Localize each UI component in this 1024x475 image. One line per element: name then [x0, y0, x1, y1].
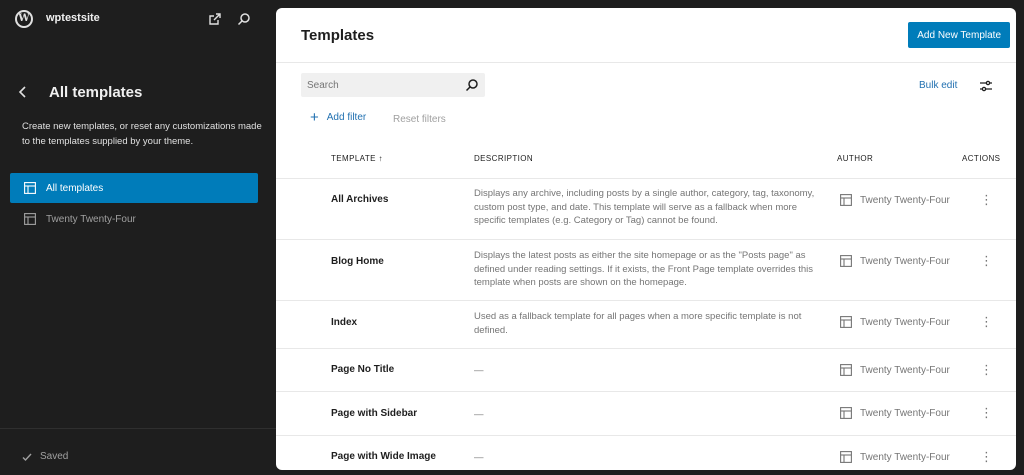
table-row: Index Used as a fallback template for al…: [276, 301, 1016, 349]
template-author: Twenty Twenty-Four: [840, 364, 950, 376]
author-name: Twenty Twenty-Four: [860, 255, 950, 267]
sidebar-item-label: Twenty Twenty-Four: [46, 213, 136, 225]
template-author: Twenty Twenty-Four: [840, 407, 950, 419]
reset-filters-button[interactable]: Reset filters: [393, 114, 446, 125]
add-filter-label: Add filter: [326, 112, 367, 123]
template-description: Displays the latest posts as either the …: [474, 250, 814, 288]
layout-icon: [840, 407, 852, 419]
site-name[interactable]: wptestsite: [46, 12, 100, 24]
column-header-template[interactable]: TEMPLATE ↑: [331, 154, 383, 163]
search-field: [301, 73, 485, 97]
plus-icon: +: [310, 108, 319, 126]
sidebar-description: Create new templates, or reset any custo…: [22, 121, 262, 147]
more-actions-icon[interactable]: ⋮: [980, 363, 993, 376]
layout-icon: [24, 213, 36, 225]
table-row: Page with Sidebar — Twenty Twenty-Four ⋮: [276, 392, 1016, 436]
sidebar-item-label: All templates: [46, 182, 104, 194]
column-header-description[interactable]: DESCRIPTION: [474, 154, 533, 163]
page-title: Templates: [301, 27, 375, 44]
search-icon[interactable]: [464, 77, 480, 93]
sidebar: W wptestsite All templates Create new te…: [0, 0, 276, 475]
template-description: Displays any archive, including posts by…: [474, 188, 815, 226]
author-name: Twenty Twenty-Four: [860, 451, 950, 463]
save-status: Saved: [22, 451, 68, 462]
template-name[interactable]: Index: [331, 317, 357, 328]
search-input[interactable]: [301, 73, 461, 97]
wordpress-logo-icon[interactable]: W: [15, 10, 33, 28]
template-description: Used as a fallback template for all page…: [474, 311, 802, 336]
more-actions-icon[interactable]: ⋮: [980, 254, 993, 267]
template-author: Twenty Twenty-Four: [840, 451, 950, 463]
table-row: Blog Home Displays the latest posts as e…: [276, 240, 1016, 301]
template-name[interactable]: All Archives: [331, 194, 388, 205]
template-author: Twenty Twenty-Four: [840, 316, 950, 328]
table-header: TEMPLATE ↑ DESCRIPTION AUTHOR ACTIONS: [276, 139, 1016, 179]
sidebar-title: All templates: [49, 84, 143, 101]
template-name[interactable]: Blog Home: [331, 256, 384, 267]
template-author: Twenty Twenty-Four: [840, 255, 950, 267]
add-new-template-button[interactable]: Add New Template: [908, 22, 1010, 48]
templates-table: TEMPLATE ↑ DESCRIPTION AUTHOR ACTIONS Al…: [276, 139, 1016, 470]
column-header-actions: ACTIONS: [962, 154, 1001, 163]
more-actions-icon[interactable]: ⋮: [980, 450, 993, 463]
search-icon[interactable]: [235, 10, 253, 28]
back-chevron-icon[interactable]: [14, 83, 32, 101]
bulk-edit-button[interactable]: Bulk edit: [919, 80, 957, 91]
more-actions-icon[interactable]: ⋮: [980, 406, 993, 419]
template-description: —: [474, 365, 484, 376]
template-description: —: [474, 452, 484, 463]
add-filter-button[interactable]: + Add filter: [310, 108, 367, 126]
column-header-author[interactable]: AUTHOR: [837, 154, 873, 163]
view-options-icon[interactable]: [977, 77, 995, 95]
main-panel: Templates Add New Template Bulk edit + A…: [276, 8, 1016, 470]
table-row: All Archives Displays any archive, inclu…: [276, 179, 1016, 240]
layout-icon: [840, 364, 852, 376]
author-name: Twenty Twenty-Four: [860, 407, 950, 419]
site-header: W wptestsite: [0, 0, 276, 38]
save-status-label: Saved: [40, 451, 69, 462]
sidebar-item-twenty-twenty-four[interactable]: Twenty Twenty-Four: [10, 204, 258, 234]
external-link-icon[interactable]: [206, 10, 224, 28]
author-name: Twenty Twenty-Four: [860, 364, 950, 376]
template-name[interactable]: Page with Wide Image: [331, 451, 436, 462]
layout-icon: [24, 182, 36, 194]
table-row: Page No Title — Twenty Twenty-Four ⋮: [276, 349, 1016, 392]
author-name: Twenty Twenty-Four: [860, 194, 950, 206]
template-description: —: [474, 409, 484, 420]
sidebar-item-all-templates[interactable]: All templates: [10, 173, 258, 203]
template-name[interactable]: Page with Sidebar: [331, 408, 417, 419]
layout-icon: [840, 194, 852, 206]
template-author: Twenty Twenty-Four: [840, 194, 950, 206]
sidebar-footer: Saved: [0, 428, 276, 475]
more-actions-icon[interactable]: ⋮: [980, 315, 993, 328]
table-row: Page with Wide Image — Twenty Twenty-Fou…: [276, 436, 1016, 470]
check-icon: [22, 452, 32, 462]
main-header: Templates Add New Template: [276, 8, 1016, 63]
layout-icon: [840, 255, 852, 267]
more-actions-icon[interactable]: ⋮: [980, 193, 993, 206]
layout-icon: [840, 316, 852, 328]
template-name[interactable]: Page No Title: [331, 364, 394, 375]
author-name: Twenty Twenty-Four: [860, 316, 950, 328]
layout-icon: [840, 451, 852, 463]
